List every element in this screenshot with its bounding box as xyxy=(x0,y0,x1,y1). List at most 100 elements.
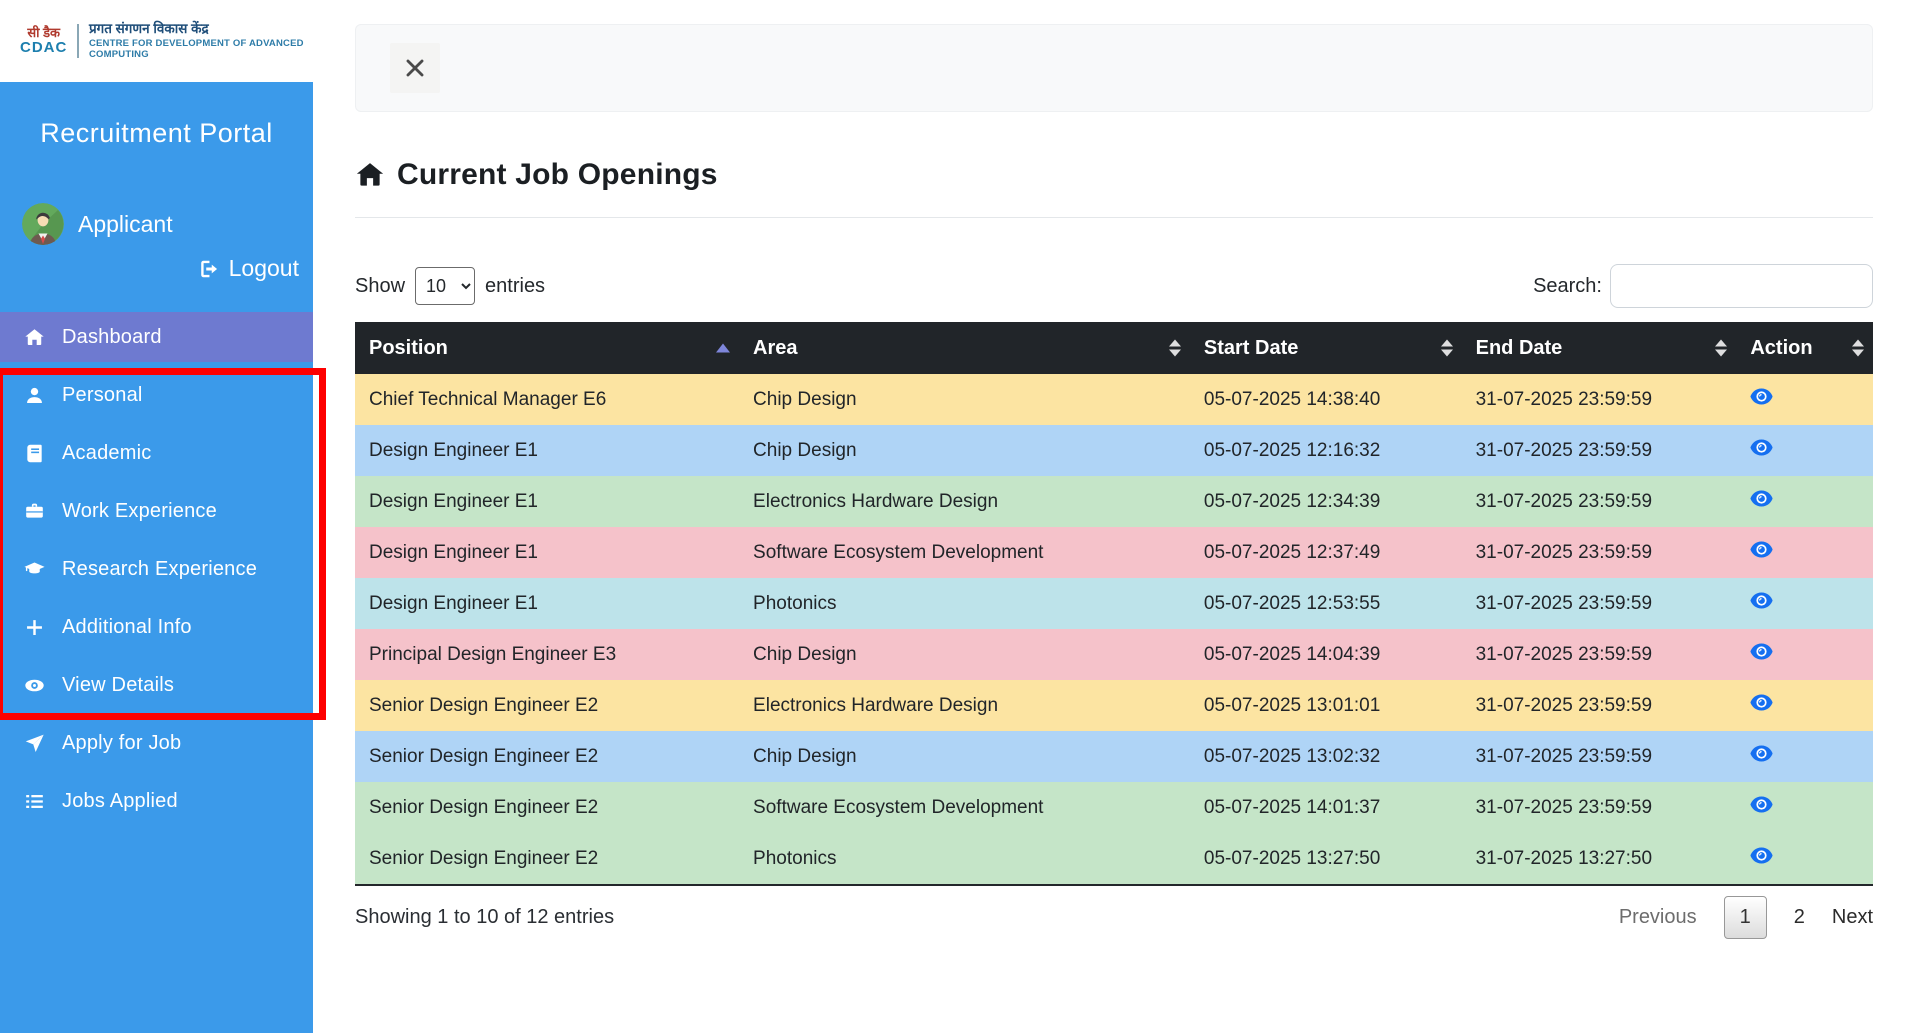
cell-position: Design Engineer E1 xyxy=(355,578,739,629)
search-input[interactable] xyxy=(1610,264,1873,308)
logo-divider xyxy=(77,24,79,58)
close-button[interactable] xyxy=(390,43,440,93)
page-size-select[interactable]: 10 xyxy=(415,267,475,305)
sidebar-item-academic[interactable]: Academic xyxy=(0,424,313,482)
sidebar-item-research-experience[interactable]: Research Experience xyxy=(0,540,313,598)
avatar xyxy=(22,203,64,245)
cell-position: Senior Design Engineer E2 xyxy=(355,782,739,833)
eye-icon xyxy=(1750,592,1773,609)
pagination-page-1[interactable]: 1 xyxy=(1724,896,1767,939)
view-job-button[interactable] xyxy=(1750,388,1773,405)
show-label: Show xyxy=(355,275,405,298)
eye-icon xyxy=(1750,490,1773,507)
cell-end-date: 31-07-2025 23:59:59 xyxy=(1462,476,1737,527)
job-openings-table: Position Area Start Date End Date Action xyxy=(355,322,1873,886)
topbar-card xyxy=(355,24,1873,112)
cell-area: Electronics Hardware Design xyxy=(739,680,1190,731)
cell-end-date: 31-07-2025 23:59:59 xyxy=(1462,782,1737,833)
view-job-button[interactable] xyxy=(1750,490,1773,507)
table-row: Design Engineer E1 Chip Design 05-07-202… xyxy=(355,425,1873,476)
cell-position: Senior Design Engineer E2 xyxy=(355,731,739,782)
sidebar-item-dashboard[interactable]: Dashboard xyxy=(0,308,313,366)
sort-both-icon xyxy=(1852,340,1864,357)
cell-position: Chief Technical Manager E6 xyxy=(355,374,739,425)
sidebar-item-label: Work Experience xyxy=(62,500,217,523)
sidebar-item-jobs-applied[interactable]: Jobs Applied xyxy=(0,772,313,830)
cdac-latin-text: CDAC xyxy=(20,40,67,56)
cell-area: Chip Design xyxy=(739,731,1190,782)
pagination-next[interactable]: Next xyxy=(1832,906,1873,929)
table-row: Chief Technical Manager E6 Chip Design 0… xyxy=(355,374,1873,425)
cell-area: Software Ecosystem Development xyxy=(739,782,1190,833)
entries-label: entries xyxy=(485,275,545,298)
sidebar-item-label: Personal xyxy=(62,384,143,407)
cell-end-date: 31-07-2025 23:59:59 xyxy=(1462,629,1737,680)
user-row: Applicant xyxy=(0,203,313,245)
cell-position: Design Engineer E1 xyxy=(355,476,739,527)
sidebar-item-label: View Details xyxy=(62,674,174,697)
cell-start-date: 05-07-2025 12:53:55 xyxy=(1190,578,1462,629)
search-group: Search: xyxy=(1533,264,1873,308)
cell-start-date: 05-07-2025 13:02:32 xyxy=(1190,731,1462,782)
cell-area: Chip Design xyxy=(739,629,1190,680)
view-job-button[interactable] xyxy=(1750,541,1773,558)
pagination-previous[interactable]: Previous xyxy=(1619,906,1697,929)
cell-position: Principal Design Engineer E3 xyxy=(355,629,739,680)
cell-end-date: 31-07-2025 23:59:59 xyxy=(1462,731,1737,782)
sidebar: सी डैक CDAC प्रगत संगणन विकास केंद्र CEN… xyxy=(0,0,313,1033)
view-job-button[interactable] xyxy=(1750,745,1773,762)
eye-icon xyxy=(1750,847,1773,864)
sort-both-icon xyxy=(1715,340,1727,357)
view-job-button[interactable] xyxy=(1750,439,1773,456)
pagination-page-2[interactable]: 2 xyxy=(1794,906,1805,929)
close-icon xyxy=(402,55,428,81)
home-icon xyxy=(23,326,45,348)
eye-icon xyxy=(1750,439,1773,456)
column-header-action[interactable]: Action xyxy=(1736,322,1873,374)
cell-end-date: 31-07-2025 23:59:59 xyxy=(1462,425,1737,476)
sidebar-item-additional-info[interactable]: Additional Info xyxy=(0,598,313,656)
home-icon xyxy=(355,160,385,190)
sidebar-item-apply-for-job[interactable]: Apply for Job xyxy=(0,714,313,772)
pagination: Previous 1 2 Next xyxy=(1619,896,1873,939)
logout-label: Logout xyxy=(229,255,299,282)
cdac-tagline-hindi: प्रगत संगणन विकास केंद्र xyxy=(89,21,313,38)
cell-start-date: 05-07-2025 12:37:49 xyxy=(1190,527,1462,578)
cell-end-date: 31-07-2025 23:59:59 xyxy=(1462,527,1737,578)
table-row: Design Engineer E1 Electronics Hardware … xyxy=(355,476,1873,527)
logout-icon xyxy=(198,258,220,280)
column-header-area[interactable]: Area xyxy=(739,322,1190,374)
cell-position: Senior Design Engineer E2 xyxy=(355,680,739,731)
portal-title: Recruitment Portal xyxy=(0,82,313,149)
page-size-group: Show 10 entries xyxy=(355,267,545,305)
eye-icon xyxy=(1750,643,1773,660)
sidebar-item-label: Jobs Applied xyxy=(62,790,178,813)
user-icon xyxy=(23,384,45,406)
view-job-button[interactable] xyxy=(1750,592,1773,609)
page-heading-row: Current Job Openings xyxy=(355,158,1873,192)
sidebar-item-personal[interactable]: Personal xyxy=(0,366,313,424)
sidebar-item-work-experience[interactable]: Work Experience xyxy=(0,482,313,540)
plus-icon xyxy=(23,616,45,638)
view-job-button[interactable] xyxy=(1750,847,1773,864)
cdac-tagline-english: CENTRE FOR DEVELOPMENT OF ADVANCED COMPU… xyxy=(89,38,313,62)
view-job-button[interactable] xyxy=(1750,796,1773,813)
eye-icon xyxy=(1750,541,1773,558)
cell-start-date: 05-07-2025 12:16:32 xyxy=(1190,425,1462,476)
logout-button[interactable]: Logout xyxy=(0,255,313,282)
view-job-button[interactable] xyxy=(1750,694,1773,711)
table-footer: Showing 1 to 10 of 12 entries Previous 1… xyxy=(355,896,1873,939)
table-row: Principal Design Engineer E3 Chip Design… xyxy=(355,629,1873,680)
view-job-button[interactable] xyxy=(1750,643,1773,660)
column-header-end-date[interactable]: End Date xyxy=(1462,322,1737,374)
cell-area: Electronics Hardware Design xyxy=(739,476,1190,527)
column-header-position[interactable]: Position xyxy=(355,322,739,374)
eye-icon xyxy=(1750,694,1773,711)
sidebar-item-view-details[interactable]: View Details xyxy=(0,656,313,714)
table-row: Senior Design Engineer E2 Photonics 05-0… xyxy=(355,833,1873,885)
table-row: Design Engineer E1 Software Ecosystem De… xyxy=(355,527,1873,578)
column-header-start-date[interactable]: Start Date xyxy=(1190,322,1462,374)
sidebar-menu: Dashboard Personal Academic xyxy=(0,308,313,830)
sidebar-item-label: Academic xyxy=(62,442,151,465)
cell-start-date: 05-07-2025 13:27:50 xyxy=(1190,833,1462,885)
